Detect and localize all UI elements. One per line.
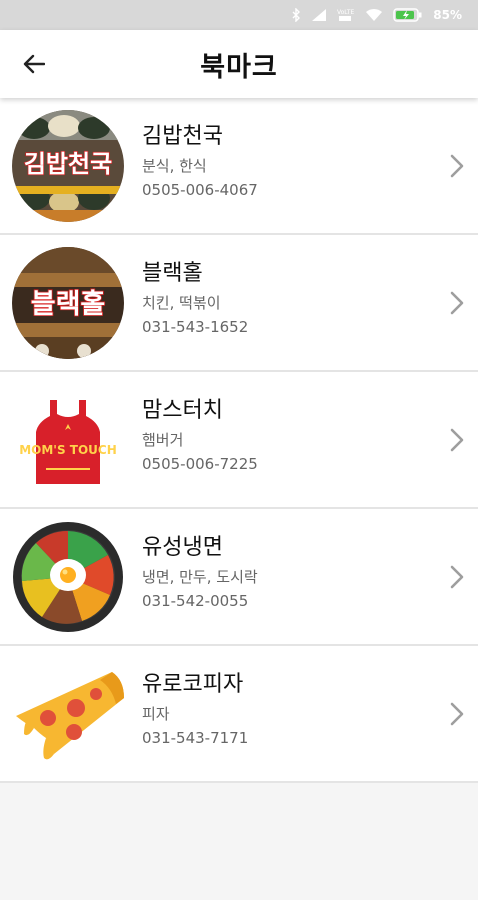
- bookmark-item[interactable]: 김밥천국 김밥천국 분식, 한식 0505-006-4067: [0, 98, 478, 235]
- restaurant-category: 피자: [142, 705, 170, 723]
- cell-signal-icon: [311, 8, 327, 22]
- restaurant-name: 블랙홀: [142, 261, 203, 286]
- bookmark-item[interactable]: 유로코피자 피자 031-543-7171: [0, 646, 478, 783]
- bookmark-item[interactable]: MOM'S TOUCH 맘스터치 햄버거 0505-006-7225: [0, 372, 478, 509]
- restaurant-phone: 0505-006-4067: [142, 181, 258, 199]
- restaurant-category: 치킨, 떡볶이: [142, 294, 221, 312]
- chevron-right-icon: [450, 428, 464, 452]
- back-button[interactable]: [18, 50, 50, 78]
- restaurant-phone: 031-542-0055: [142, 592, 249, 610]
- chevron-right-icon: [450, 565, 464, 589]
- restaurant-name: 맘스터치: [142, 398, 223, 423]
- arrow-left-icon: [23, 54, 45, 74]
- app-bar: 북마크: [0, 30, 478, 98]
- bookmark-list: 김밥천국 김밥천국 분식, 한식 0505-006-4067 블랙홀 블랙홀 치…: [0, 98, 478, 783]
- restaurant-name: 김밥천국: [142, 124, 223, 149]
- battery-percent: 85%: [433, 8, 462, 22]
- battery-charging-icon: [393, 8, 423, 22]
- wifi-icon: [365, 8, 383, 22]
- volte-icon: VoLTE: [337, 8, 355, 22]
- restaurant-phone: 031-543-1652: [142, 318, 249, 336]
- restaurant-name: 유로코피자: [142, 672, 244, 697]
- page-title: 북마크: [200, 51, 278, 83]
- chevron-right-icon: [450, 291, 464, 315]
- restaurant-logo: 김밥천국: [12, 110, 124, 222]
- chevron-right-icon: [450, 702, 464, 726]
- chevron-right-icon: [450, 154, 464, 178]
- bluetooth-icon: [291, 8, 301, 22]
- svg-text:VoLTE: VoLTE: [337, 9, 354, 16]
- restaurant-phone: 0505-006-7225: [142, 455, 258, 473]
- bibimbap-icon: [12, 521, 124, 633]
- logo-text: 블랙홀: [31, 289, 106, 320]
- bookmark-item[interactable]: 블랙홀 블랙홀 치킨, 떡볶이 031-543-1652: [0, 235, 478, 372]
- restaurant-logo: 블랙홀: [12, 247, 124, 359]
- restaurant-name: 유성냉면: [142, 535, 223, 560]
- restaurant-category: 냉면, 만두, 도시락: [142, 568, 258, 586]
- restaurant-phone: 031-543-7171: [142, 729, 249, 747]
- restaurant-logo: MOM'S TOUCH: [12, 384, 124, 496]
- logo-text: 김밥천국: [24, 150, 112, 178]
- restaurant-category: 햄버거: [142, 431, 184, 449]
- pizza-slice-icon: [12, 658, 124, 770]
- restaurant-category: 분식, 한식: [142, 157, 207, 175]
- logo-text: MOM'S TOUCH: [19, 443, 117, 457]
- status-bar: VoLTE 85%: [0, 0, 478, 30]
- bookmark-item[interactable]: 유성냉면 냉면, 만두, 도시락 031-542-0055: [0, 509, 478, 646]
